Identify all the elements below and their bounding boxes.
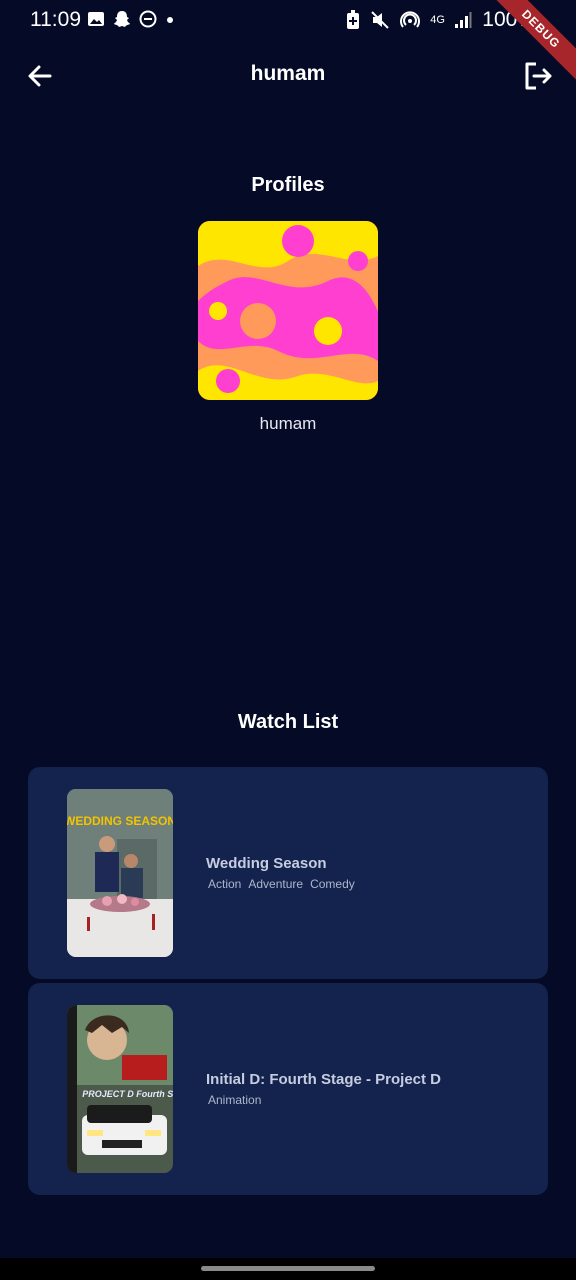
logout-icon	[525, 62, 552, 90]
status-bar: 11:09 4G 100% DEBUG	[0, 0, 576, 83]
movie-title: Initial D: Fourth Stage - Project D	[206, 1071, 442, 1088]
genre-tag: Comedy	[310, 877, 355, 891]
movie-title: Wedding Season	[206, 855, 327, 872]
app-bar: humam	[0, 40, 576, 110]
status-time: 11:09	[30, 8, 81, 31]
poster-title-text: WEDDING SEASON	[67, 814, 173, 828]
watch-list-item[interactable]: PROJECT D Fourth Stage Initial D: Fourth…	[28, 983, 548, 1195]
mute-icon	[371, 11, 389, 29]
hotspot-icon	[400, 11, 421, 28]
movie-poster: WEDDING SEASON	[67, 789, 173, 957]
movie-genres: Animation	[208, 1093, 261, 1107]
home-gesture-handle[interactable]	[201, 1266, 375, 1271]
movie-poster: PROJECT D Fourth Stage	[67, 1005, 173, 1173]
profile-name: humam	[259, 414, 317, 433]
profile-avatar-card[interactable]	[198, 221, 378, 400]
movie-genres: Action Adventure Comedy	[208, 877, 355, 891]
battery-saver-icon	[347, 10, 360, 29]
genre-tag: Action	[208, 877, 242, 891]
status-notification-icons	[87, 10, 175, 28]
signal-icon	[455, 12, 472, 28]
profiles-heading: Profiles	[251, 174, 325, 196]
page-title: humam	[250, 62, 326, 85]
do-not-disturb-icon	[139, 10, 157, 28]
gallery-icon	[88, 12, 104, 26]
poster-title-text: PROJECT D Fourth Stage	[82, 1089, 173, 1099]
watch-list-item[interactable]: WEDDING SEASON Wedding Season Action Adv…	[28, 767, 548, 979]
dot-icon	[167, 17, 173, 23]
network-type-label: 4G	[430, 14, 445, 26]
wedding-season-poster-image: WEDDING SEASON	[67, 789, 173, 957]
genre-tag: Animation	[208, 1093, 262, 1107]
initial-d-poster-image: PROJECT D Fourth Stage	[67, 1005, 173, 1173]
logout-button[interactable]	[522, 60, 554, 92]
profile-avatar-image	[198, 221, 378, 400]
system-navigation-bar	[0, 1258, 576, 1280]
genre-tag: Adventure	[248, 877, 304, 891]
watch-list-heading: Watch List	[237, 711, 339, 733]
snapchat-icon	[114, 11, 130, 27]
